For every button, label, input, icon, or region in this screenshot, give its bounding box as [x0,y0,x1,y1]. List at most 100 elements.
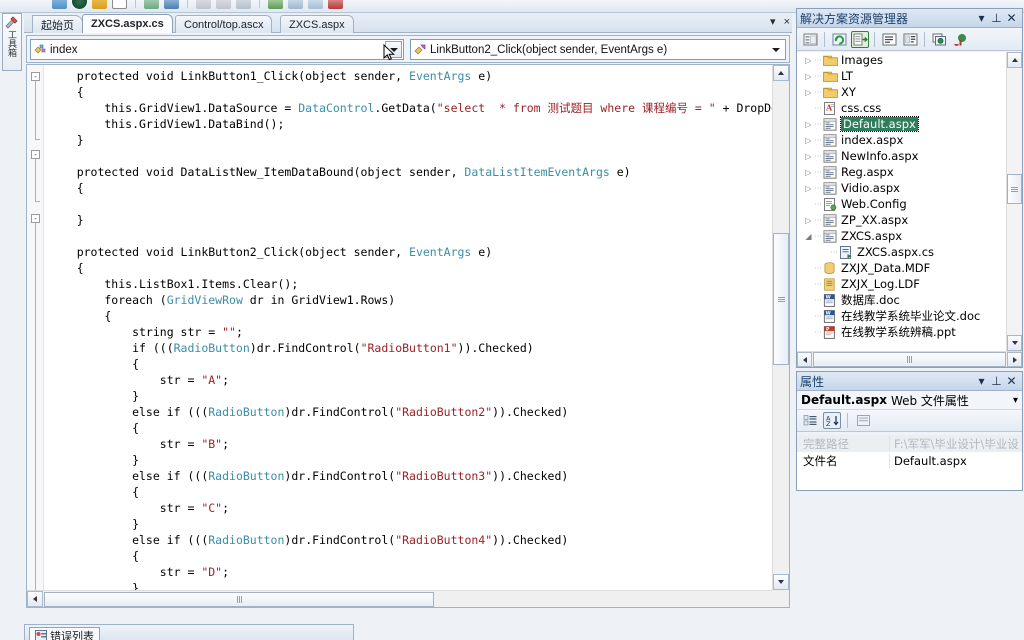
class-dropdown-arrow[interactable] [385,41,402,58]
tree-item-xy[interactable]: ▷ ··· XY [797,84,1022,100]
view-code-icon[interactable] [880,31,898,48]
tree-item-zxcs-aspx[interactable]: ◢ ··· ZXCS.aspx [797,228,1022,244]
panel-pin-icon[interactable]: ⊥ [989,11,1004,26]
tree-item-zxcs-aspx-cs[interactable]: ··· ZXCS.aspx.cs [797,244,1022,260]
tree-item-zxjx-data-mdf[interactable]: ··· ZXJX_Data.MDF [797,260,1022,276]
tab-error-list[interactable]: 错误列表 [29,627,100,640]
panel-close-icon[interactable]: ✕ [1004,11,1019,26]
tree-item-images[interactable]: ▷ ··· Images [797,52,1022,68]
tree-item-zp-xx-aspx[interactable]: ▷ ··· ZP_XX.aspx [797,212,1022,228]
aspnet-config-icon[interactable] [951,31,969,48]
tree-item-ppt[interactable]: ··· P 在线教学系统辨稿.ppt [797,324,1022,340]
horizontal-scroll-thumb[interactable] [813,352,1006,367]
panel-close-icon[interactable]: ✕ [1004,374,1019,389]
tree-item-doc[interactable]: ··· W 数据库.doc [797,292,1022,308]
start-debug-icon[interactable] [268,0,283,9]
editor-vertical-scrollbar[interactable] [772,65,789,590]
find-icon[interactable] [288,0,303,9]
solution-explorer-title-bar[interactable]: 解决方案资源管理器 ▾ ⊥ ✕ [797,9,1022,28]
tree-item-vidio-aspx[interactable]: ▷ ··· Vidio.aspx [797,180,1022,196]
tree-expander-icon[interactable]: ◢ [803,232,814,241]
properties-grid[interactable]: 完整路径 F:\军军\毕业设计\毕业设 文件名 Default.aspx [797,435,1022,490]
horizontal-scroll-thumb[interactable] [44,591,434,607]
properties-icon[interactable] [801,31,819,48]
tree-item-doc[interactable]: ··· W 在线教学系统毕业论文.doc [797,308,1022,324]
vertical-scroll-thumb[interactable] [1007,174,1022,204]
categorized-icon[interactable] [801,412,819,429]
redo-icon[interactable] [216,0,231,9]
refresh-icon[interactable] [830,31,848,48]
tab-zxcs-aspx-cs[interactable]: ZXCS.aspx.cs [82,14,173,33]
outlining-gutter[interactable]: - - - [27,65,44,607]
navigate-back-icon[interactable] [236,0,251,9]
editor-horizontal-scrollbar[interactable] [27,590,772,607]
properties-title-bar[interactable]: 属性 ▾ ⊥ ✕ [797,372,1022,391]
member-dropdown[interactable]: LinkButton2_Click(object sender, EventAr… [410,39,786,60]
panel-dropdown-icon[interactable]: ▾ [974,11,989,26]
view-designer-icon[interactable] [901,31,919,48]
scroll-left-button[interactable] [797,352,812,367]
chevron-down-icon[interactable]: ▾ [1013,395,1018,406]
tab-list-dropdown-icon[interactable]: ▾ [770,15,776,28]
scroll-left-button[interactable] [27,591,43,607]
tree-item-zxjx-log-ldf[interactable]: ··· ZXJX_Log.LDF [797,276,1022,292]
scroll-right-button[interactable] [1007,352,1022,367]
panel-dropdown-icon[interactable]: ▾ [974,374,989,389]
fold-marker[interactable]: - [31,214,40,223]
property-value[interactable]: Default.aspx [889,453,1022,468]
tree-item-web-config[interactable]: ··· Web.Config [797,196,1022,212]
property-pages-icon[interactable] [854,412,872,429]
member-dropdown-arrow[interactable] [767,41,784,58]
tree-item-default-aspx[interactable]: ▷ ··· Default.aspx [797,116,1022,132]
show-all-files-icon[interactable] [851,30,869,48]
tree-item-index-aspx[interactable]: ▷ ··· index.aspx [797,132,1022,148]
tree-expander-icon[interactable]: ▷ [803,168,814,177]
toolbox-docked-tab[interactable]: 工具箱 [2,13,22,71]
tree-item-reg-aspx[interactable]: ▷ ··· Reg.aspx [797,164,1022,180]
scroll-up-button[interactable] [1007,52,1022,68]
tree-expander-icon[interactable]: ▷ [803,56,814,65]
tree-expander-icon[interactable]: ▷ [803,120,814,129]
tree-expander-icon[interactable]: ▷ [803,152,814,161]
solution-explorer-horizontal-scrollbar[interactable] [797,351,1022,367]
tab-control-top-ascx[interactable]: Control/top.ascx [175,15,273,33]
property-value[interactable]: F:\军军\毕业设计\毕业设 [889,435,1022,452]
stop-icon[interactable] [328,0,343,9]
code-text-area[interactable]: protected void LinkButton1_Click(object … [49,65,772,590]
copy-icon[interactable] [164,0,179,9]
fold-marker[interactable]: - [31,150,40,159]
copy-website-icon[interactable] [930,31,948,48]
save-all-icon[interactable] [72,0,87,9]
tree-item-lt[interactable]: ▷ ··· LT [797,68,1022,84]
scroll-down-button[interactable] [1007,335,1022,351]
solution-explorer-vertical-scrollbar[interactable] [1006,52,1022,351]
scroll-up-button[interactable] [773,65,789,81]
undo-icon[interactable] [196,0,211,9]
properties-object-selector[interactable]: Default.aspx Web 文件属性 ▾ [797,391,1022,410]
solution-tree[interactable]: ▷ ··· Images ▷ ··· LT ▷ ··· XY ··· Acss.css ▷ ··· Def… [797,52,1022,351]
code-editor[interactable]: - - - protected void LinkButton1_Click(o… [26,64,790,608]
vertical-scroll-thumb[interactable] [773,233,789,365]
property-row[interactable]: 文件名 Default.aspx [797,452,1022,469]
open-file-icon[interactable] [92,0,107,9]
cut-icon[interactable] [144,0,159,9]
tab-zxcs-aspx[interactable]: ZXCS.aspx [280,15,354,33]
fold-marker[interactable]: - [31,72,40,81]
save-icon[interactable] [52,0,67,9]
comment-icon[interactable] [308,0,323,9]
property-row[interactable]: 完整路径 F:\军军\毕业设计\毕业设 [797,435,1022,452]
alphabetical-icon[interactable]: AZ [823,412,841,429]
tree-item-newinfo-aspx[interactable]: ▷ ··· NewInfo.aspx [797,148,1022,164]
panel-pin-icon[interactable]: ⊥ [989,374,1004,389]
tree-expander-icon[interactable]: ▷ [803,216,814,225]
new-file-icon[interactable] [112,0,127,9]
tree-item-css-css[interactable]: ··· Acss.css [797,100,1022,116]
tab-start-page[interactable]: 起始页 [32,15,83,33]
tree-expander-icon[interactable]: ▷ [803,72,814,81]
tree-expander-icon[interactable]: ▷ [803,136,814,145]
close-document-icon[interactable]: × [784,16,790,28]
scroll-down-button[interactable] [773,574,789,590]
tree-expander-icon[interactable]: ▷ [803,184,814,193]
tree-expander-icon[interactable]: ▷ [803,88,814,97]
class-dropdown[interactable]: index [30,39,404,61]
